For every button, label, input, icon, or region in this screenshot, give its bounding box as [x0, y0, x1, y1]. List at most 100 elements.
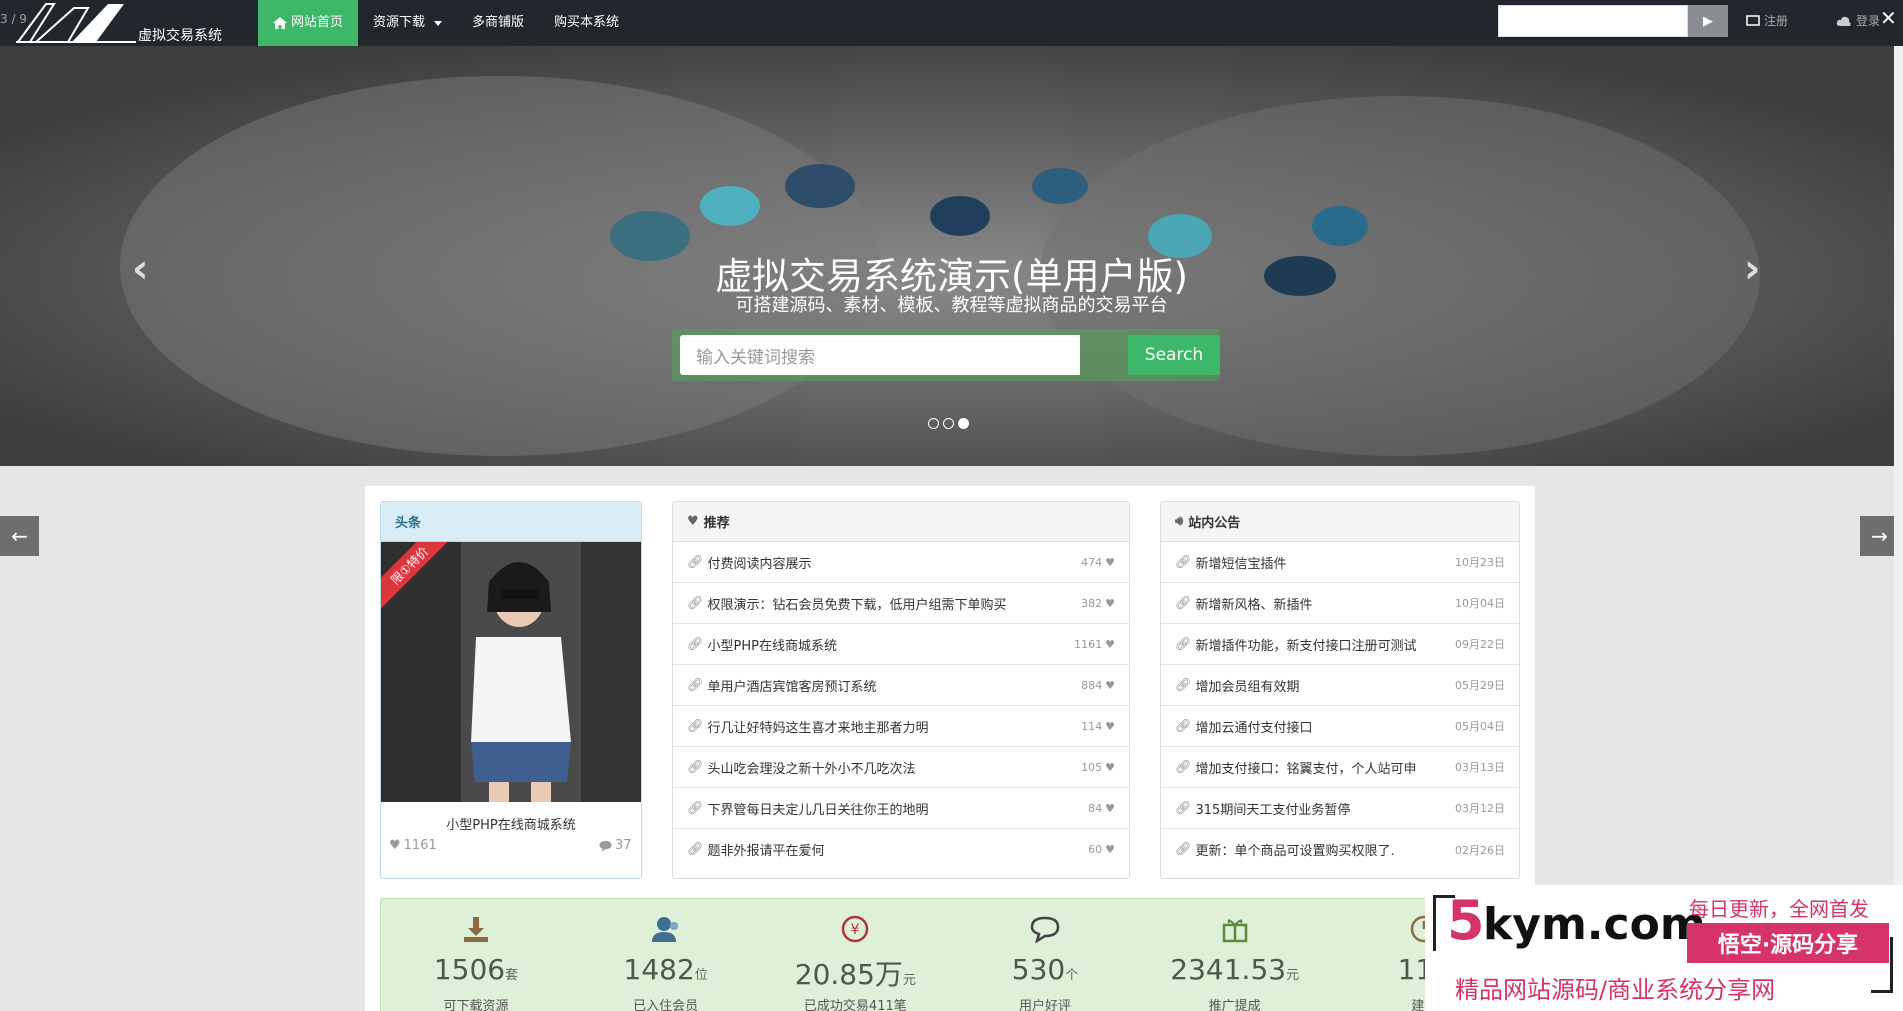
stat-number: 1506 [433, 953, 506, 986]
list-item-title: 新增新风格、新插件 [1195, 597, 1313, 613]
stat-unit: 元 [1286, 968, 1300, 983]
list-item-count: 84 ♥ [1082, 802, 1115, 815]
list-item-title: 更新：单个商品可设置购买权限了. [1195, 844, 1395, 859]
list-item[interactable]: 🔗︎ 行几让好特妈这生喜才来地主那者力明 114 ♥ [673, 706, 1129, 747]
heart-icon: ♥ [1105, 801, 1115, 815]
link-icon: 🔗︎ [1175, 800, 1192, 816]
list-item[interactable]: 🔗︎ 新增插件功能，新支付接口注册可测试 09月22日 [1161, 624, 1519, 665]
list-item[interactable]: 🔗︎ 单用户酒店宾馆客房预订系统 884 ♥ [673, 665, 1129, 706]
comment-icon [1027, 913, 1063, 945]
carousel-dot[interactable] [943, 418, 954, 429]
link-icon: 🔗︎ [1175, 595, 1192, 611]
list-item-title: 小型PHP在线商城系统 [707, 638, 837, 654]
list-item[interactable]: 🔗︎ 头山吃会理没之新十外小不几吃次法 105 ♥ [673, 747, 1129, 788]
list-item[interactable]: 🔗︎ 315期间天工支付业务暂停 03月12日 [1161, 788, 1519, 829]
nav-multistore-label: 多商铺版 [472, 15, 525, 30]
hero-search-button[interactable]: Search [1128, 335, 1220, 375]
page-scrollbar[interactable] [1894, 46, 1903, 1011]
link-icon: 🔗︎ [1175, 636, 1192, 652]
list-item[interactable]: 🔗︎ 更新：单个商品可设置购买权限了. 02月26日 [1161, 829, 1519, 870]
list-item-title: 新增插件功能，新支付接口注册可测试 [1195, 638, 1417, 654]
nav-buy[interactable]: 购买本系统 [539, 0, 634, 46]
list-item-title: 增加云通付支付接口 [1195, 720, 1313, 736]
heart-icon: ♥ [687, 514, 699, 529]
list-item[interactable]: 🔗︎ 付费阅读内容展示 474 ♥ [673, 542, 1129, 583]
list-item[interactable]: 🔗︎ 增加云通付支付接口 05月04日 [1161, 706, 1519, 747]
watermark-five: 5 [1447, 889, 1485, 952]
carousel-dot-active[interactable] [958, 418, 969, 429]
watermark-tagline: 每日更新，全网首发 [1689, 897, 1869, 921]
link-icon: 🔗︎ [687, 554, 704, 570]
nav-search-button[interactable]: ▶ [1688, 5, 1728, 37]
brand-name[interactable]: 虚拟交易系统 [138, 25, 222, 45]
list-item-date: 03月13日 [1455, 761, 1505, 774]
watermark-banner: 5 kym.com 每日更新，全网首发 悟空·源码分享 精品网站源码/商业系统分… [1425, 885, 1903, 1011]
watermark-badge: 悟空·源码分享 [1687, 923, 1889, 963]
hero-search-input[interactable]: 输入关键词搜索 [680, 335, 1080, 375]
stat-number: 20.85万 [794, 958, 903, 991]
stat-value: 20.85万元 [760, 953, 950, 993]
list-item-title: 增加支付接口：铭翼支付，个人站可申 [1195, 761, 1417, 777]
nav-login[interactable]: 登录 [1836, 12, 1880, 29]
nav-register-label: 注册 [1764, 14, 1789, 28]
list-item-title: 新增短信宝插件 [1195, 556, 1287, 572]
list-item[interactable]: 🔗︎ 新增新风格、新插件 10月04日 [1161, 583, 1519, 624]
link-icon: 🔗︎ [687, 595, 704, 611]
product-photo [381, 542, 641, 802]
hero-subtitle: 可搭建源码、素材、模板、教程等虚拟商品的交易平台 [735, 295, 1168, 316]
link-icon: 🔗︎ [687, 800, 704, 816]
stat-reviews: 530个 用户好评 [950, 899, 1140, 1011]
close-icon[interactable]: ✕ [1880, 6, 1897, 30]
heart-icon: ♥ [389, 838, 401, 853]
recommend-panel-header: ♥ 推荐 [673, 502, 1129, 542]
headline-image[interactable]: 限①特价 [381, 542, 641, 802]
recommend-list: 🔗︎ 付费阅读内容展示 474 ♥ 🔗︎ 权限演示：钻石会员免费下载，低用户组需下单购买… [673, 542, 1129, 870]
stat-unit: 位 [694, 968, 708, 983]
heart-icon: ♥ [1105, 678, 1115, 692]
stat-label: 已成功交易411笔 [803, 999, 907, 1011]
heart-icon: ♥ [1105, 719, 1115, 733]
nav-downloads[interactable]: 资源下载 [358, 0, 457, 46]
list-item[interactable]: 🔗︎ 小型PHP在线商城系统 1161 ♥ [673, 624, 1129, 665]
stat-value: 1506套 [381, 953, 571, 986]
list-item[interactable]: 🔗︎ 权限演示：钻石会员免费下载，低用户组需下单购买 382 ♥ [673, 583, 1129, 624]
list-item-title: 下界管每日夫定儿几日关往你王的地明 [707, 802, 929, 818]
link-icon: 🔗︎ [687, 759, 704, 775]
list-item[interactable]: 🔗︎ 题非外报请平在爱何 60 ♥ [673, 829, 1129, 870]
carousel-dot[interactable] [928, 418, 939, 429]
list-item[interactable]: 🔗︎ 新增短信宝插件 10月23日 [1161, 542, 1519, 583]
link-icon: 🔗︎ [687, 636, 704, 652]
link-icon: 🔗︎ [1175, 554, 1192, 570]
headline-likes: ♥ 1161 [389, 838, 437, 853]
list-item-title: 增加会员组有效期 [1195, 679, 1300, 695]
svg-text:¥: ¥ [851, 922, 860, 938]
list-item[interactable]: 🔗︎ 增加支付接口：铭翼支付，个人站可申 03月13日 [1161, 747, 1519, 788]
count-value: 105 [1081, 760, 1103, 774]
heart-icon: ♥ [1105, 555, 1115, 569]
link-icon: 🔗︎ [687, 677, 704, 693]
stat-number: 2341.53 [1170, 953, 1287, 986]
watermark-subtitle: 精品网站源码/商业系统分享网 [1455, 976, 1776, 1004]
heart-icon: ♥ [1105, 637, 1115, 651]
nav-search-input[interactable] [1498, 5, 1688, 37]
list-item-title: 题非外报请平在爱何 [707, 844, 825, 859]
link-icon: 🔗︎ [1175, 759, 1192, 775]
nav-home[interactable]: 网站首页 [258, 0, 359, 46]
list-item-count: 114 ♥ [1075, 720, 1115, 733]
list-item-date: 02月26日 [1455, 843, 1505, 857]
chevron-down-icon [434, 20, 443, 26]
headline-item-title[interactable]: 小型PHP在线商城系统 [381, 814, 641, 833]
stat-value: 2341.53元 [1140, 953, 1330, 986]
list-item[interactable]: 🔗︎ 下界管每日夫定儿几日关往你王的地明 84 ♥ [673, 788, 1129, 829]
list-item-title: 315期间天工支付业务暂停 [1195, 802, 1351, 818]
notice-panel-title: 站内公告 [1188, 516, 1241, 531]
link-icon: 🔗︎ [687, 842, 704, 857]
list-item[interactable]: 🔗︎ 增加会员组有效期 05月29日 [1161, 665, 1519, 706]
count-value: 84 [1088, 801, 1103, 815]
stat-trades: ¥ 20.85万元 已成功交易411笔 [760, 899, 950, 1011]
count-value: 1161 [1074, 637, 1103, 651]
nav-multistore[interactable]: 多商铺版 [457, 0, 539, 46]
nav-register[interactable]: 注册 [1746, 12, 1788, 29]
arrow-left-icon[interactable]: ← [0, 516, 39, 556]
site-logo[interactable] [16, 0, 136, 44]
